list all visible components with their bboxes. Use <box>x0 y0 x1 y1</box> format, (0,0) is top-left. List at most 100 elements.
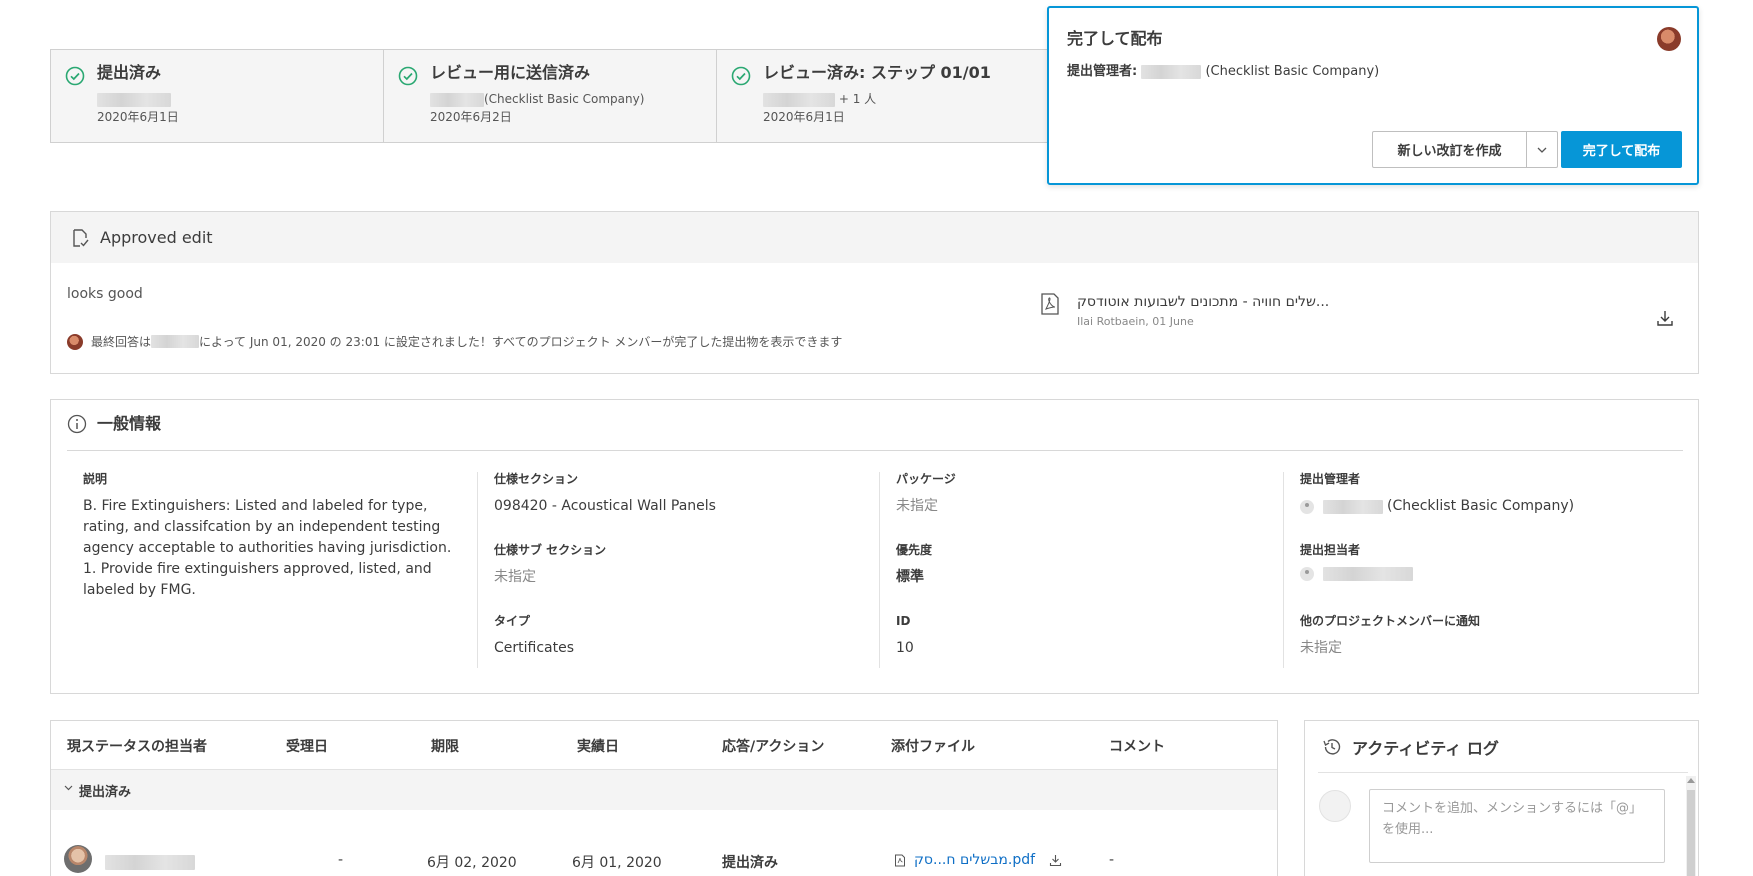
check-circle-icon <box>65 66 85 86</box>
complete-distribute-button[interactable]: 完了して配布 <box>1561 131 1682 168</box>
attachment-meta: Ilai Rotbaein, 01 June <box>1077 315 1194 328</box>
manager-company: (Checklist Basic Company) <box>1387 498 1575 514</box>
approved-header: Approved edit <box>51 212 1698 263</box>
field-label: 優先度 <box>896 543 933 557</box>
attachment-link[interactable]: מבשלים ח...סק.pdf <box>914 852 1035 868</box>
field-type: タイプ Certificates <box>494 614 574 659</box>
column-header: 応答/アクション <box>722 739 825 755</box>
field-value <box>1300 567 1413 581</box>
new-revision-button[interactable]: 新しい改訂を作成 <box>1372 131 1527 168</box>
step-reviewed: レビュー済み: ステップ 01/01 + 1 人 2020年6月1日 <box>717 50 1050 142</box>
info-column-description: 説明 B. Fire Extinguishers: Listed and lab… <box>67 472 477 668</box>
step-date: 2020年6月2日 <box>430 110 512 124</box>
info-column-spec: 仕様セクション 098420 - Acoustical Wall Panels … <box>477 472 879 668</box>
field-value: (Checklist Basic Company) <box>1300 496 1574 517</box>
field-label: タイプ <box>494 614 531 628</box>
cell-comment: - <box>1109 852 1115 868</box>
field-label: 説明 <box>83 472 108 486</box>
field-value: 098420 - Acoustical Wall Panels <box>494 498 716 514</box>
comment-input[interactable]: コメントを追加、メンションするには「@」を使用... <box>1369 789 1665 863</box>
scroll-thumb[interactable] <box>1687 790 1695 876</box>
attachment-name[interactable]: שלים חוויה - מתכונים לשבועות אוטודסק... <box>1077 294 1329 310</box>
step-title: レビュー用に送信済み <box>430 63 591 82</box>
cell-received: - <box>338 852 344 868</box>
pdf-file-icon <box>895 854 905 866</box>
download-icon[interactable] <box>1049 854 1062 867</box>
avatar <box>1319 790 1351 822</box>
scroll-up-icon[interactable] <box>1687 778 1695 783</box>
step-user: + 1 人 <box>763 92 1050 107</box>
activity-scrollbar[interactable] <box>1686 776 1696 876</box>
approved-response-card: Approved edit looks good 最終回答は によって Jun … <box>50 211 1699 374</box>
revision-dropdown-button[interactable] <box>1527 131 1558 168</box>
pdf-file-icon <box>1041 293 1059 315</box>
complete-distribute-popup: 完了して配布 提出管理者: (Checklist Basic Company) … <box>1047 6 1699 185</box>
step-sent-for-review: レビュー用に送信済み (Checklist Basic Company) 202… <box>384 50 717 142</box>
info-column-people: 提出管理者 (Checklist Basic Company) 提出担当者 他の… <box>1283 472 1683 668</box>
step-date: 2020年6月1日 <box>763 110 845 124</box>
field-value: 10 <box>896 640 914 656</box>
cell-attachment: מבשלים ח...סק.pdf <box>894 852 1062 868</box>
status-steps: 提出済み 2020年6月1日 レビュー用に送信済み (Checklist Bas… <box>50 49 1200 143</box>
field-notify: 他のプロジェクトメンバーに通知 未指定 <box>1300 614 1480 659</box>
cell-action: 提出済み <box>722 855 778 871</box>
field-value: 未指定 <box>494 569 536 585</box>
column-header: 実績日 <box>577 739 619 755</box>
field-priority: 優先度 標準 <box>896 543 932 588</box>
workflow-table: 現ステータスの担当者 受理日 期限 実績日 応答/アクション 添付ファイル コメ… <box>50 720 1278 876</box>
check-circle-icon <box>398 66 418 86</box>
field-label: 提出担当者 <box>1300 543 1361 557</box>
field-label: 仕様サブ セクション <box>494 543 607 557</box>
field-value: 未指定 <box>896 498 938 514</box>
assignee-name <box>105 854 195 870</box>
activity-title: アクティビティ ログ <box>1352 739 1499 758</box>
cell-actual: 6月 01, 2020 <box>572 855 662 871</box>
approved-title: Approved edit <box>100 228 213 247</box>
chevron-down-icon[interactable] <box>64 785 73 791</box>
chevron-down-icon <box>1537 147 1547 153</box>
user-icon <box>1300 499 1314 514</box>
activity-header: アクティビティ ログ <box>1321 735 1499 759</box>
user-icon <box>1300 567 1314 581</box>
history-icon <box>1323 739 1341 755</box>
step-submitted: 提出済み 2020年6月1日 <box>51 50 384 142</box>
field-spec-subsection: 仕様サブ セクション 未指定 <box>494 543 606 588</box>
general-info-header: 一般情報 <box>67 414 1683 451</box>
cell-due: 6月 02, 2020 <box>427 855 517 871</box>
step-user: (Checklist Basic Company) <box>430 92 716 107</box>
popup-manager: 提出管理者: (Checklist Basic Company) <box>1067 60 1379 79</box>
activity-log-panel: アクティビティ ログ コメントを追加、メンションするには「@」を使用... <box>1304 720 1699 876</box>
download-icon[interactable] <box>1656 309 1674 327</box>
final-response-note: 最終回答は によって Jun 01, 2020 の 23:01 に設定されました… <box>67 333 842 350</box>
avatar <box>67 333 83 350</box>
field-value: Certificates <box>494 640 575 656</box>
popup-manager-label: 提出管理者: <box>1067 64 1138 79</box>
field-id: ID 10 <box>896 614 914 659</box>
check-circle-icon <box>731 66 751 86</box>
field-label: 他のプロジェクトメンバーに通知 <box>1300 614 1481 628</box>
general-info-title: 一般情報 <box>97 414 162 433</box>
column-header: 現ステータスの担当者 <box>67 739 207 755</box>
popup-manager-company: (Checklist Basic Company) <box>1205 64 1380 79</box>
group-label: 提出済み <box>79 785 132 800</box>
info-column-package: パッケージ 未指定 優先度 標準 ID 10 <box>879 472 1283 668</box>
popup-title: 完了して配布 <box>1067 29 1163 48</box>
field-manager: 提出管理者 (Checklist Basic Company) <box>1300 472 1574 517</box>
field-owner: 提出担当者 <box>1300 543 1413 581</box>
field-value: 未指定 <box>1300 640 1342 656</box>
step-user <box>97 92 383 107</box>
general-info-card: 一般情報 説明 B. Fire Extinguishers: Listed an… <box>50 399 1699 694</box>
group-row-submitted[interactable]: 提出済み <box>51 770 1277 810</box>
column-header: 期限 <box>431 739 459 755</box>
avatar <box>64 845 92 873</box>
step-title: レビュー済み: ステップ 01/01 <box>763 63 991 82</box>
table-header: 現ステータスの担当者 受理日 期限 実績日 応答/アクション 添付ファイル コメ… <box>51 721 1277 770</box>
field-spec-section: 仕様セクション 098420 - Acoustical Wall Panels <box>494 472 716 517</box>
column-header: 受理日 <box>286 739 328 755</box>
field-value: 標準 <box>896 569 924 585</box>
field-description: 説明 B. Fire Extinguishers: Listed and lab… <box>83 472 463 601</box>
description-text: B. Fire Extinguishers: Listed and labele… <box>83 498 452 598</box>
field-label: 仕様セクション <box>494 472 579 486</box>
column-header: コメント <box>1109 739 1165 755</box>
step-date: 2020年6月1日 <box>97 110 179 124</box>
